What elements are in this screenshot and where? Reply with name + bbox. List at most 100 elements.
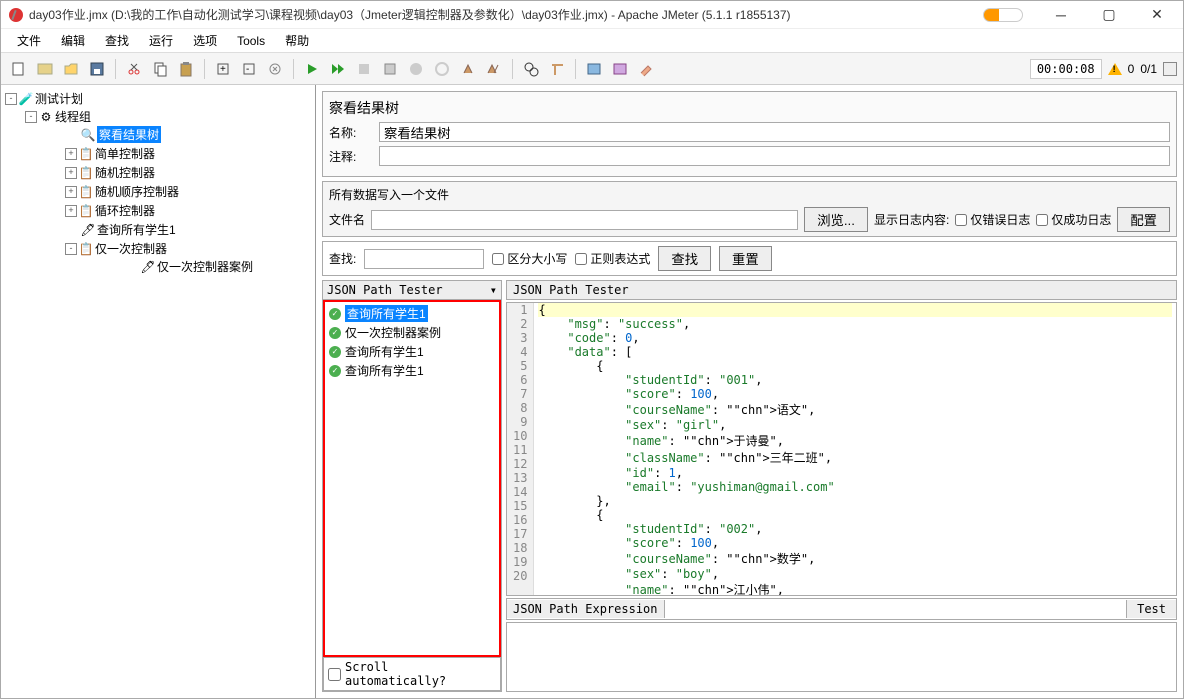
tree-simple-ctrl[interactable]: +📋简单控制器 <box>65 145 311 162</box>
success-icon: ✓ <box>329 308 341 320</box>
shutdown-icon[interactable] <box>378 57 402 81</box>
tree-root[interactable]: - 🧪 测试计划 <box>5 90 311 107</box>
start-noTimers-icon[interactable] <box>326 57 350 81</box>
json-tester-title: JSON Path Tester <box>506 280 1177 300</box>
menu-options[interactable]: 选项 <box>185 30 225 51</box>
toolbar: + - 00:00:08 0 0/1 <box>1 53 1183 85</box>
result-item[interactable]: ✓查询所有学生1 <box>327 342 497 361</box>
configure-button[interactable]: 配置 <box>1117 207 1170 232</box>
tree-once-only-case[interactable]: 🖊仅一次控制器案例 <box>125 258 311 275</box>
tree-loop-ctrl[interactable]: +📋循环控制器 <box>65 202 311 219</box>
show-log-label: 显示日志内容: <box>874 211 949 228</box>
app-icon <box>9 8 23 22</box>
new-icon[interactable] <box>7 57 31 81</box>
json-path-input[interactable] <box>665 599 1127 619</box>
panel-header: 察看结果树 名称: 注释: <box>322 91 1177 177</box>
scroll-auto-checkbox[interactable] <box>328 668 341 681</box>
tree-toggle-icon[interactable]: + <box>65 148 77 160</box>
svg-text:-: - <box>246 64 249 75</box>
menubar: 文件 编辑 查找 运行 选项 Tools 帮助 <box>1 29 1183 53</box>
remote-stop-icon[interactable] <box>430 57 454 81</box>
json-response-area[interactable]: 1234567891011121314151617181920 { "msg":… <box>506 302 1177 596</box>
browse-button[interactable]: 浏览... <box>804 207 868 232</box>
success-icon: ✓ <box>329 327 341 339</box>
help-icon[interactable] <box>608 57 632 81</box>
menu-file[interactable]: 文件 <box>9 30 49 51</box>
search-row: 查找: 区分大小写 正则表达式 查找 重置 <box>322 241 1177 276</box>
json-path-result <box>506 622 1177 692</box>
warning-icon <box>1108 63 1122 75</box>
clear-all-icon[interactable] <box>482 57 506 81</box>
filename-input[interactable] <box>371 210 798 230</box>
menu-edit[interactable]: 编辑 <box>53 30 93 51</box>
tree-view-results[interactable]: 🔍察看结果树 <box>65 126 311 143</box>
menu-run[interactable]: 运行 <box>141 30 181 51</box>
expand-icon[interactable]: + <box>211 57 235 81</box>
tree-toggle-icon[interactable]: - <box>25 111 37 123</box>
function-helper-icon[interactable] <box>582 57 606 81</box>
errors-count: 0 <box>1128 62 1135 76</box>
comment-label: 注释: <box>329 148 379 165</box>
copy-icon[interactable] <box>148 57 172 81</box>
chevron-down-icon: ▾ <box>490 283 497 297</box>
thread-counter: 0/1 <box>1140 62 1157 76</box>
progress-pill <box>983 8 1023 22</box>
tree-query-all[interactable]: 🖊查询所有学生1 <box>65 221 311 238</box>
templates-icon[interactable] <box>33 57 57 81</box>
controller-icon: 📋 <box>79 204 93 218</box>
menu-tools[interactable]: Tools <box>229 32 273 50</box>
search-button[interactable]: 查找 <box>658 246 711 271</box>
wrench-icon[interactable] <box>634 57 658 81</box>
collapse-icon[interactable]: - <box>237 57 261 81</box>
reset-search-icon[interactable] <box>545 57 569 81</box>
name-input[interactable] <box>379 122 1170 142</box>
results-icon: 🔍 <box>81 128 95 142</box>
controller-icon: 📋 <box>79 166 93 180</box>
minimize-button[interactable]: ─ <box>1043 5 1079 25</box>
result-item[interactable]: ✓查询所有学生1 <box>327 304 497 323</box>
close-button[interactable]: ✕ <box>1139 5 1175 25</box>
renderer-dropdown[interactable]: JSON Path Tester▾ <box>323 281 501 300</box>
clear-icon[interactable] <box>456 57 480 81</box>
error-only-checkbox[interactable]: 仅错误日志 <box>955 211 1030 228</box>
controller-icon: 📋 <box>79 242 93 256</box>
gear-icon: ⚙ <box>39 110 53 124</box>
tree-random-ctrl[interactable]: +📋随机控制器 <box>65 164 311 181</box>
result-item[interactable]: ✓仅一次控制器案例 <box>327 323 497 342</box>
sampler-icon: 🖊 <box>81 223 95 237</box>
case-sensitive-checkbox[interactable]: 区分大小写 <box>492 250 567 267</box>
test-plan-tree[interactable]: - 🧪 测试计划 - ⚙ 线程组 🔍察看结果树 <box>1 85 316 698</box>
paste-icon[interactable] <box>174 57 198 81</box>
tree-once-only[interactable]: -📋仅一次控制器 <box>65 240 311 257</box>
toggle-icon[interactable] <box>263 57 287 81</box>
svg-text:+: + <box>220 64 226 75</box>
success-only-checkbox[interactable]: 仅成功日志 <box>1036 211 1111 228</box>
beaker-icon: 🧪 <box>19 92 33 106</box>
tree-toggle-icon[interactable]: + <box>65 186 77 198</box>
regex-checkbox[interactable]: 正则表达式 <box>575 250 650 267</box>
panel-title: 察看结果树 <box>329 98 1170 118</box>
scroll-auto-label: Scroll automatically? <box>345 660 496 688</box>
reset-button[interactable]: 重置 <box>719 246 772 271</box>
menu-find[interactable]: 查找 <box>97 30 137 51</box>
start-icon[interactable] <box>300 57 324 81</box>
comment-input[interactable] <box>379 146 1170 166</box>
result-item[interactable]: ✓查询所有学生1 <box>327 361 497 380</box>
maximize-button[interactable]: ▢ <box>1091 5 1127 25</box>
tree-toggle-icon[interactable]: + <box>65 167 77 179</box>
tree-random-order-ctrl[interactable]: +📋随机顺序控制器 <box>65 183 311 200</box>
controller-icon: 📋 <box>79 185 93 199</box>
remote-start-icon[interactable] <box>404 57 428 81</box>
search-input[interactable] <box>364 249 484 269</box>
open-icon[interactable] <box>59 57 83 81</box>
search-icon[interactable] <box>519 57 543 81</box>
tree-toggle-icon[interactable]: - <box>5 93 17 105</box>
menu-help[interactable]: 帮助 <box>277 30 317 51</box>
save-icon[interactable] <box>85 57 109 81</box>
test-button[interactable]: Test <box>1126 600 1176 618</box>
stop-icon[interactable] <box>352 57 376 81</box>
tree-toggle-icon[interactable]: + <box>65 205 77 217</box>
tree-toggle-icon[interactable]: - <box>65 243 77 255</box>
tree-thread-group[interactable]: - ⚙ 线程组 <box>25 108 311 125</box>
cut-icon[interactable] <box>122 57 146 81</box>
